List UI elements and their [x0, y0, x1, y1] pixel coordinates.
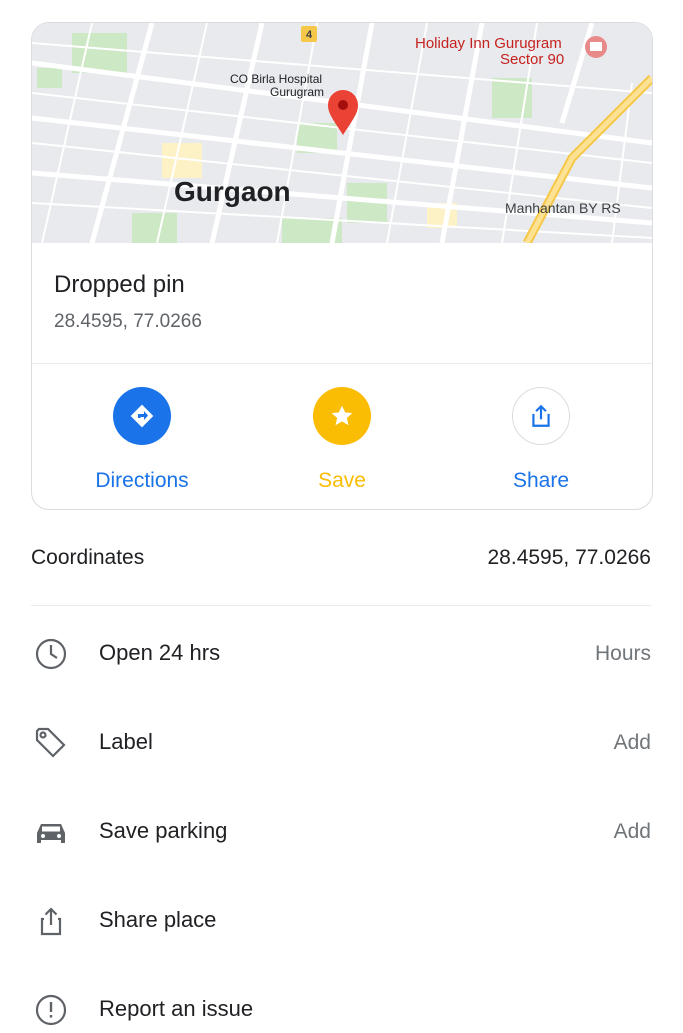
- hotel-label-line1: Holiday Inn Gurugram: [415, 35, 562, 52]
- hours-row[interactable]: Open 24 hrs Hours: [31, 634, 651, 674]
- label-row[interactable]: Label Add: [31, 723, 651, 763]
- city-label: Gurgaon: [174, 176, 291, 207]
- share-place-label: Share place: [99, 907, 217, 932]
- tag-icon: [33, 725, 69, 761]
- share-icon: [33, 903, 69, 939]
- directions-icon: [113, 387, 171, 445]
- share-label: Share: [512, 469, 570, 492]
- star-icon: [313, 387, 371, 445]
- hours-action[interactable]: Hours: [595, 642, 651, 666]
- share-icon: [512, 387, 570, 445]
- report-issue-row[interactable]: Report an issue: [31, 990, 651, 1030]
- alert-icon: [33, 992, 69, 1028]
- label-label: Label: [99, 729, 153, 754]
- map-graphic: 4 CO Birla Hospital Gurugram Holiday Inn…: [32, 23, 652, 243]
- car-icon: [33, 814, 69, 850]
- hospital-label-line1: CO Birla Hospital: [230, 72, 322, 86]
- place-title: Dropped pin: [54, 271, 185, 298]
- coordinates-row[interactable]: Coordinates 28.4595, 77.0266: [31, 546, 651, 578]
- clock-icon: [33, 636, 69, 672]
- map-preview[interactable]: 4 CO Birla Hospital Gurugram Holiday Inn…: [32, 23, 652, 243]
- directions-label: Directions: [95, 469, 189, 492]
- parking-label: Save parking: [99, 818, 228, 843]
- hotel-label-line2: Sector 90: [500, 51, 564, 68]
- section-divider: [31, 605, 651, 606]
- share-place-row[interactable]: Share place: [31, 901, 651, 941]
- hours-label: Open 24 hrs: [99, 640, 221, 665]
- coordinates-label: Coordinates: [31, 546, 145, 569]
- place-card: 4 CO Birla Hospital Gurugram Holiday Inn…: [31, 22, 653, 510]
- share-button[interactable]: Share: [451, 387, 631, 493]
- hospital-label-line2: Gurugram: [270, 85, 324, 99]
- label-add-action[interactable]: Add: [614, 731, 651, 755]
- parking-row[interactable]: Save parking Add: [31, 812, 651, 852]
- area-label: Manhantan BY RS: [505, 200, 621, 216]
- envelope-icon: [590, 42, 602, 51]
- coordinates-value: 28.4595, 77.0266: [487, 546, 652, 569]
- directions-button[interactable]: Directions: [52, 387, 232, 493]
- save-button[interactable]: Save: [252, 387, 432, 493]
- save-label: Save: [318, 469, 366, 492]
- parking-add-action[interactable]: Add: [614, 820, 651, 844]
- place-coordinates: 28.4595, 77.0266: [54, 311, 202, 332]
- report-issue-label: Report an issue: [99, 996, 254, 1021]
- card-divider: [32, 363, 652, 364]
- road-badge-label: 4: [306, 29, 313, 41]
